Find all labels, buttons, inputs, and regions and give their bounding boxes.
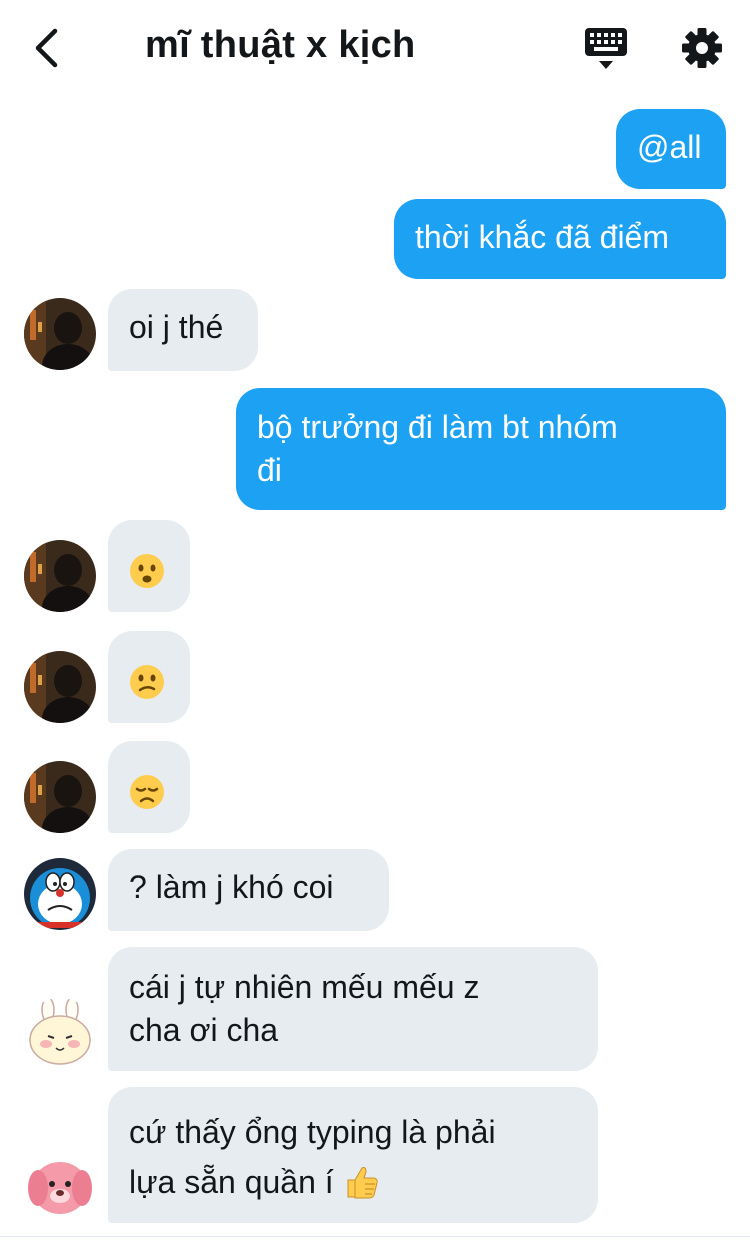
gear-icon <box>682 28 722 68</box>
avatar[interactable] <box>24 651 96 723</box>
message-bubble-outgoing[interactable]: thời khắc đã điểm <box>394 199 726 279</box>
message-text-line: cái j tự nhiên mếu mếu z <box>129 969 480 1005</box>
message-bubble-incoming[interactable] <box>108 520 190 612</box>
conversation-title: mĩ thuật x kịch <box>145 24 416 66</box>
disappointed-face-emoji-icon <box>130 775 164 809</box>
message-text-line: đi <box>257 452 282 488</box>
chevron-left-icon <box>35 28 58 68</box>
message-bubble-incoming[interactable] <box>108 741 190 833</box>
avatar-image <box>24 998 96 1070</box>
avatar[interactable] <box>24 858 96 930</box>
message-bubble-outgoing[interactable]: @all <box>616 109 726 189</box>
avatar[interactable] <box>24 998 96 1070</box>
settings-button[interactable] <box>680 26 724 70</box>
message-bubble-incoming[interactable]: cứ thấy ổng typing là phải lựa sẵn quần … <box>108 1087 598 1223</box>
frowning-face-emoji-icon <box>130 554 164 588</box>
message-text: lựa sẵn quần í <box>129 1164 334 1200</box>
message-text: thời khắc đã điểm <box>415 219 669 255</box>
message-text-line: lựa sẵn quần í <box>129 1157 577 1207</box>
composer-divider <box>0 1236 750 1237</box>
thumbs-up-emoji-icon <box>347 1167 378 1199</box>
avatar-image <box>24 1148 96 1220</box>
avatar-image <box>24 761 96 833</box>
message-bubble-incoming[interactable]: oi j thé <box>108 289 258 371</box>
avatar[interactable] <box>24 761 96 833</box>
avatar[interactable] <box>24 540 96 612</box>
avatar[interactable] <box>24 298 96 370</box>
message-text: @all <box>637 129 702 165</box>
message-text: ? làm j khó coi <box>129 869 334 905</box>
message-text-line: bộ trưởng đi làm bt nhóm <box>257 409 618 445</box>
avatar[interactable] <box>24 1148 96 1220</box>
avatar-image <box>24 540 96 612</box>
message-text: oi j thé <box>129 309 224 345</box>
avatar-image <box>24 298 96 370</box>
avatar-image <box>24 651 96 723</box>
message-bubble-incoming[interactable]: cái j tự nhiên mếu mếu z cha ơi cha <box>108 947 598 1071</box>
confused-face-emoji-icon <box>130 665 164 699</box>
keyboard-button[interactable] <box>584 26 628 72</box>
message-text-line: cứ thấy ổng typing là phải <box>129 1114 496 1150</box>
message-bubble-incoming[interactable]: ? làm j khó coi <box>108 849 389 931</box>
message-bubble-outgoing[interactable]: bộ trưởng đi làm bt nhóm đi <box>236 388 726 510</box>
back-button[interactable] <box>26 26 66 70</box>
avatar-image <box>24 858 96 930</box>
message-text-line: cha ơi cha <box>129 1012 279 1048</box>
keyboard-icon <box>585 28 627 69</box>
conversation-header: mĩ thuật x kịch <box>0 0 750 96</box>
message-bubble-incoming[interactable] <box>108 631 190 723</box>
